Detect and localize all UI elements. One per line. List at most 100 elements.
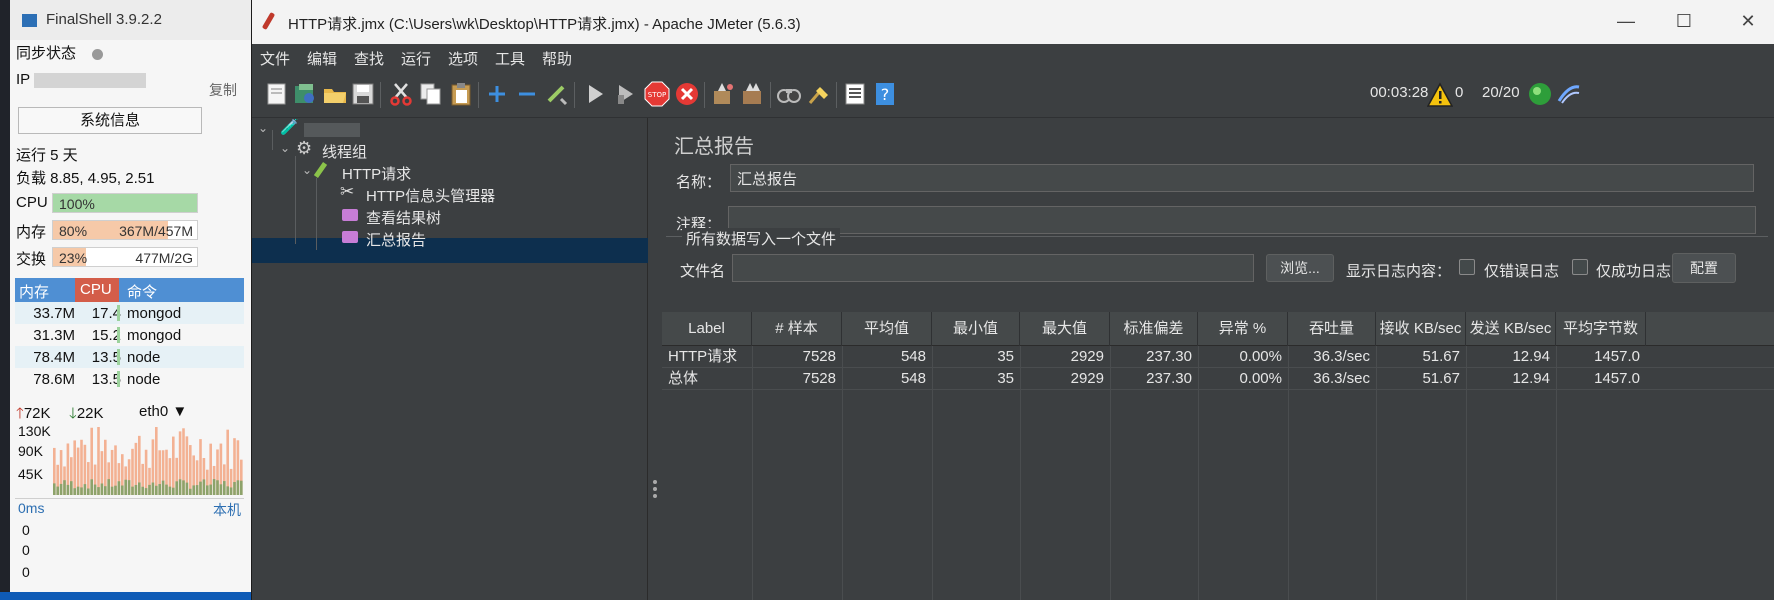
column-header[interactable]: 标准偏差 (1110, 312, 1198, 346)
active-threads: 20/20 (1482, 84, 1520, 101)
filename-input[interactable] (732, 254, 1254, 282)
function-helper-icon[interactable] (842, 81, 868, 107)
column-header[interactable]: 吞吐量 (1288, 312, 1376, 346)
comment-input[interactable] (728, 206, 1756, 234)
traffic-bar (80, 439, 83, 495)
clear-icon[interactable] (710, 81, 736, 107)
stop-icon[interactable]: STOP (644, 81, 670, 107)
new-icon[interactable] (264, 81, 290, 107)
chevron-down-icon[interactable]: ⌄ (258, 121, 268, 135)
close-button[interactable]: ✕ (1736, 10, 1760, 34)
table-cell: 0.00% (1239, 348, 1282, 365)
cut-icon[interactable] (388, 81, 414, 107)
collapse-icon[interactable] (514, 81, 540, 107)
latency-host[interactable]: 本机 (213, 500, 241, 520)
table-row[interactable]: 33.7M 17.4 mongod (15, 302, 244, 324)
table-row[interactable]: HTTP请求 7528 548 35 2929 237.30 0.00% 36.3/sec 51… (662, 346, 1774, 368)
clear-all-icon[interactable] (740, 81, 766, 107)
cpu-meter: 100% (52, 193, 198, 213)
search-icon[interactable] (776, 81, 802, 107)
column-header[interactable]: 最大值 (1020, 312, 1110, 346)
tools-icon: ✂ (340, 182, 355, 201)
net-interface-select[interactable]: eth0 ▼ (139, 403, 187, 420)
column-header[interactable]: 平均字节数 (1556, 312, 1646, 346)
traffic-bar-down (185, 482, 189, 495)
start-no-pauses-icon[interactable] (612, 81, 638, 107)
help-icon[interactable]: ? (872, 81, 898, 107)
table-cell: 1457.0 (1594, 370, 1640, 387)
system-info-button[interactable]: 系统信息 (18, 107, 202, 134)
copy-ip-button[interactable]: 复制 (209, 80, 237, 100)
column-header[interactable]: Label (662, 312, 752, 346)
process-header-cmd[interactable]: 命令 (127, 281, 157, 302)
templates-icon[interactable] (292, 81, 318, 107)
menu-tools[interactable]: 工具 (495, 48, 525, 69)
traffic-bar-down (144, 488, 148, 495)
traffic-bar-down (206, 485, 209, 495)
errors-only-checkbox[interactable] (1459, 259, 1475, 275)
menu-file[interactable]: 文件 (260, 48, 290, 69)
table-row[interactable]: 31.3M 15.2 mongod (15, 324, 244, 346)
chevron-down-icon[interactable]: ⌄ (280, 141, 290, 155)
menu-run[interactable]: 运行 (401, 48, 431, 69)
configure-button[interactable]: 配置 (1672, 253, 1736, 283)
shutdown-icon[interactable] (674, 81, 700, 107)
start-icon[interactable] (582, 81, 608, 107)
sync-status: 同步状态 (16, 42, 104, 63)
column-header[interactable]: 异常 % (1198, 312, 1288, 346)
save-icon[interactable] (350, 81, 376, 107)
table-row[interactable]: 78.6M 13.5 node (15, 368, 244, 390)
column-header[interactable]: 平均值 (842, 312, 932, 346)
column-header[interactable]: 接收 KB/sec (1376, 312, 1466, 346)
process-header-mem[interactable]: 内存 (19, 281, 49, 302)
traffic-bar-down (161, 480, 165, 495)
table-row[interactable]: 总体 7528 548 35 2929 237.30 0.00% 36.3/sec 51.67 1… (662, 368, 1774, 390)
expand-icon[interactable] (484, 81, 510, 107)
traffic-bar-down (182, 480, 185, 495)
memory-label: 内存 (16, 224, 47, 241)
split-pane-divider[interactable] (648, 118, 662, 600)
toggle-icon[interactable] (544, 81, 570, 107)
process-mem: 31.3M (33, 327, 75, 344)
traffic-bar-down (134, 484, 138, 495)
window-edge (0, 0, 10, 600)
chevron-down-icon[interactable]: ⌄ (302, 163, 312, 177)
traffic-bar-down (87, 488, 90, 495)
filename-label: 文件名 (680, 263, 726, 280)
success-only-checkbox[interactable] (1572, 259, 1588, 275)
toolbar-separator (380, 82, 381, 108)
name-input[interactable] (730, 164, 1754, 192)
svg-text:?: ? (881, 85, 890, 104)
traffic-bar-down (83, 484, 87, 495)
column-header[interactable]: 发送 KB/sec (1466, 312, 1556, 346)
toolbar-separator (478, 82, 479, 108)
menu-edit[interactable]: 编辑 (307, 48, 337, 69)
menu-help[interactable]: 帮助 (542, 48, 572, 69)
tree-selection-highlight (252, 238, 648, 263)
table-row[interactable]: 78.4M 13.5 node (15, 346, 244, 368)
maximize-button[interactable]: ☐ (1672, 10, 1696, 34)
browse-button[interactable]: 浏览... (1266, 254, 1334, 282)
traffic-bar-down (114, 485, 117, 495)
sync-label: 同步状态 (16, 45, 77, 62)
test-plan-name-masked (304, 123, 360, 137)
process-header-cpu[interactable]: CPU (75, 278, 119, 302)
process-cpu-bar (117, 305, 120, 321)
open-icon[interactable] (322, 81, 348, 107)
remote-icon[interactable] (1556, 81, 1582, 107)
reset-search-icon[interactable] (806, 81, 832, 107)
paste-icon[interactable] (448, 81, 474, 107)
toolbar-separator (836, 82, 837, 108)
latency-label: 0ms (18, 500, 45, 516)
menu-options[interactable]: 选项 (448, 48, 478, 69)
traffic-bar-down (175, 481, 178, 495)
minimize-button[interactable]: — (1614, 10, 1638, 34)
toolbar-separator (574, 82, 575, 108)
column-divider (1376, 346, 1377, 600)
column-header[interactable]: 最小值 (932, 312, 1020, 346)
warning-icon[interactable] (1426, 82, 1454, 108)
column-header[interactable]: # 样本 (752, 312, 842, 346)
process-cpu: 13.5 (91, 371, 121, 388)
copy-icon[interactable] (418, 81, 444, 107)
menu-search[interactable]: 查找 (354, 48, 384, 69)
